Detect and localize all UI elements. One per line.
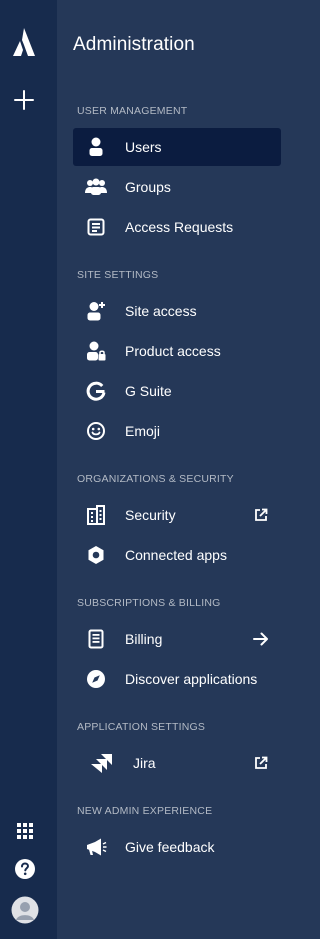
section-title-user-management: USER MANAGEMENT xyxy=(77,105,188,117)
help-button[interactable] xyxy=(14,858,36,880)
sidebar-item-label: Billing xyxy=(125,631,163,647)
sidebar-item-jira[interactable]: Jira xyxy=(73,744,281,782)
avatar-icon xyxy=(11,896,39,924)
building-icon xyxy=(85,504,107,526)
sidebar-item-site-access[interactable]: Site access xyxy=(73,292,281,330)
help-icon xyxy=(15,859,35,879)
sidebar-item-label: Jira xyxy=(133,755,156,771)
sidebar-item-label: Site access xyxy=(125,303,197,319)
sidebar-item-security[interactable]: Security xyxy=(73,496,281,534)
sidebar-item-emoji[interactable]: Emoji xyxy=(73,412,281,450)
megaphone-icon xyxy=(85,836,107,858)
jira-icon xyxy=(87,752,115,774)
sidebar-item-g-suite[interactable]: G Suite xyxy=(73,372,281,410)
sidebar-item-label: Give feedback xyxy=(125,839,215,855)
section-title-site-settings: SITE SETTINGS xyxy=(77,269,159,281)
sidebar-item-label: Security xyxy=(125,507,176,523)
sidebar-item-give-feedback[interactable]: Give feedback xyxy=(73,828,281,866)
create-button[interactable] xyxy=(12,88,36,112)
sidebar-item-label: Product access xyxy=(125,343,221,359)
arrow-right-icon xyxy=(253,631,269,647)
external-link-icon xyxy=(253,755,269,771)
profile-avatar-button[interactable] xyxy=(11,896,39,924)
sidebar-item-label: Emoji xyxy=(125,423,161,439)
person-icon xyxy=(85,136,107,158)
plus-icon xyxy=(14,90,34,110)
section-title-subscriptions-billing: SUBSCRIPTIONS & BILLING xyxy=(77,597,221,609)
sidebar-item-groups[interactable]: Groups xyxy=(73,168,281,206)
global-navigation xyxy=(0,0,57,939)
external-link-icon xyxy=(253,507,269,523)
sidebar-item-label: Groups xyxy=(125,179,171,195)
sidebar-item-access-requests[interactable]: Access Requests xyxy=(73,208,281,246)
google-icon xyxy=(85,380,107,402)
sidebar-item-label: Users xyxy=(125,139,162,155)
panel-title: Administration xyxy=(73,34,195,55)
sidebar-item-product-access[interactable]: Product access xyxy=(73,332,281,370)
admin-sidebar: Administration USER MANAGEMENT Users Gro… xyxy=(57,0,296,939)
sidebar-item-label: G Suite xyxy=(125,383,172,399)
section-title-application-settings: APPLICATION SETTINGS xyxy=(77,721,206,733)
sidebar-item-discover-applications[interactable]: Discover applications xyxy=(73,660,281,698)
hexagon-icon xyxy=(85,544,107,566)
app-switcher-button[interactable] xyxy=(14,820,36,842)
document-icon xyxy=(85,216,107,238)
emoji-icon xyxy=(85,420,107,442)
sidebar-item-label: Access Requests xyxy=(125,219,234,235)
sidebar-item-label: Connected apps xyxy=(125,547,227,563)
sidebar-item-users[interactable]: Users xyxy=(73,128,281,166)
receipt-icon xyxy=(85,628,107,650)
person-add-icon xyxy=(85,300,107,322)
atlassian-logo-icon[interactable] xyxy=(9,26,39,58)
sidebar-item-connected-apps[interactable]: Connected apps xyxy=(73,536,281,574)
app-switcher-icon xyxy=(17,823,33,839)
section-title-organizations-security: ORGANIZATIONS & SECURITY xyxy=(77,473,234,485)
people-group-icon xyxy=(85,176,107,198)
section-title-new-admin-experience: NEW ADMIN EXPERIENCE xyxy=(77,805,213,817)
compass-icon xyxy=(85,668,107,690)
sidebar-item-label: Discover applications xyxy=(125,671,258,687)
person-lock-icon xyxy=(85,340,107,362)
sidebar-item-billing[interactable]: Billing xyxy=(73,620,281,658)
